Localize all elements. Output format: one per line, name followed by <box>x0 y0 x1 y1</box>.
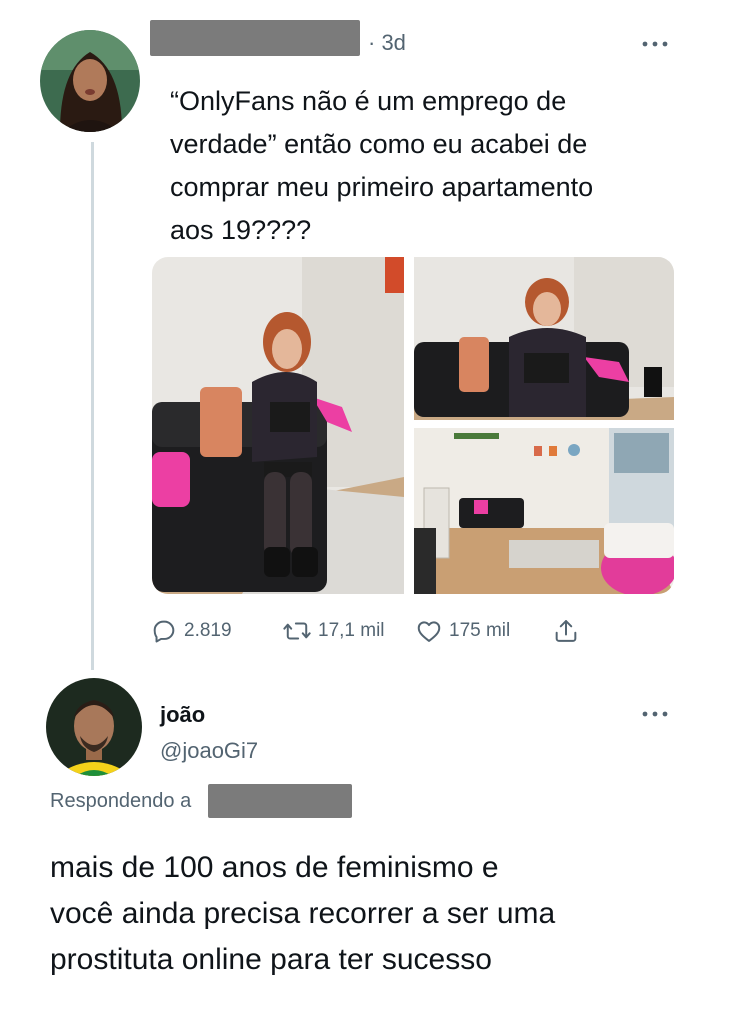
reply-author-avatar[interactable] <box>46 678 142 776</box>
reply-author-handle[interactable]: @joaoGi7 <box>160 738 258 764</box>
media-photo-1[interactable] <box>152 257 404 594</box>
heart-icon <box>417 621 441 642</box>
retweet-count: 17,1 mil <box>318 620 385 641</box>
redacted-author-name <box>150 20 360 56</box>
reply-more-options-icon[interactable] <box>641 706 669 718</box>
redacted-replying-to-handle <box>208 784 352 818</box>
like-button[interactable]: 175 mil <box>415 617 510 645</box>
retweet-icon <box>283 622 311 640</box>
tweet-timestamp[interactable]: · 3d <box>368 30 406 56</box>
replying-to-label: Respondendo a <box>50 790 192 812</box>
more-options-icon[interactable] <box>641 36 669 48</box>
share-button[interactable] <box>552 617 586 645</box>
tweet-text: “OnlyFans não é um emprego de verdade” e… <box>170 86 594 245</box>
retweet-button[interactable]: 17,1 mil <box>282 617 385 645</box>
original-author-avatar[interactable] <box>40 30 140 132</box>
thread-line <box>91 142 94 670</box>
share-icon <box>555 620 577 642</box>
reply-author-name[interactable]: joão <box>160 702 205 728</box>
reply-tweet-text: mais de 100 anos de feminismo e você ain… <box>50 851 556 976</box>
reply-icon <box>153 620 175 643</box>
reply-button[interactable]: 2.819 <box>150 617 232 645</box>
reply-count: 2.819 <box>184 620 232 641</box>
media-photo-3[interactable] <box>414 428 674 594</box>
media-photo-2[interactable] <box>414 257 674 420</box>
like-count: 175 mil <box>449 620 511 641</box>
tweet-media-grid[interactable] <box>152 257 674 594</box>
